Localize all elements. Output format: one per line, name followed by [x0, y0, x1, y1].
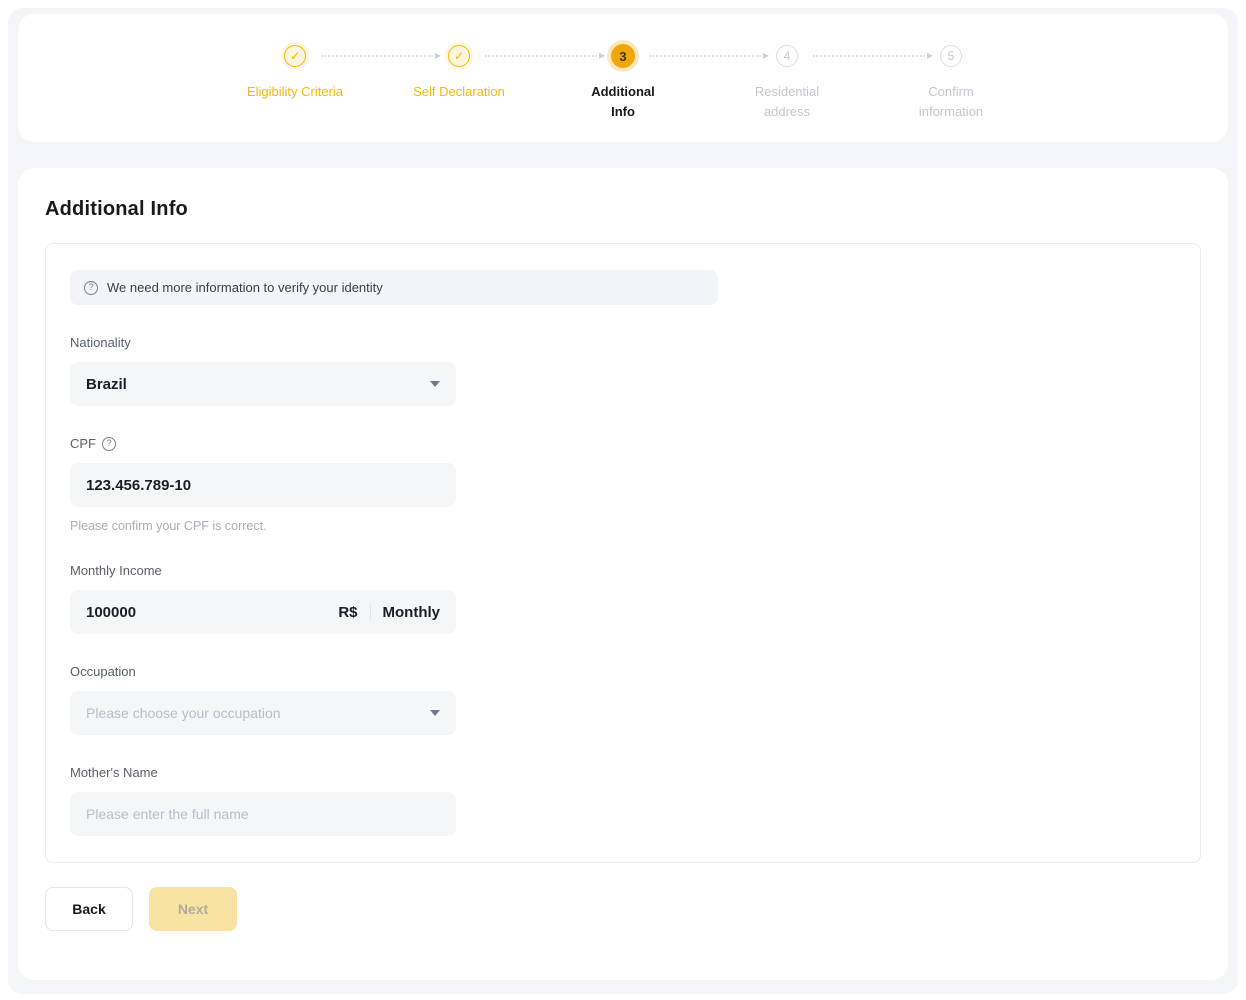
help-icon: ?	[84, 281, 98, 295]
check-icon: ✓	[290, 49, 300, 63]
step-upcoming-circle: 4	[776, 45, 798, 67]
cpf-help-icon[interactable]: ?	[102, 437, 116, 451]
nationality-value: Brazil	[86, 376, 127, 393]
cpf-input[interactable]	[70, 463, 456, 507]
step-number: 5	[948, 49, 955, 63]
identity-info-banner: ? We need more information to verify you…	[70, 270, 718, 305]
occupation-label: Occupation	[70, 664, 136, 679]
mothers-name-field-group: Mother's Name	[70, 765, 456, 836]
step-label: Eligibility Criteria	[213, 82, 377, 102]
chevron-down-icon	[430, 381, 440, 387]
stepper-step-self-declaration: ✓ Self Declaration	[377, 42, 541, 122]
frequency-label: Monthly	[383, 604, 441, 621]
step-done-circle: ✓	[284, 45, 306, 67]
step-done-circle: ✓	[448, 45, 470, 67]
currency-label: R$	[338, 604, 357, 621]
step-upcoming-circle: 5	[940, 45, 962, 67]
suffix-divider	[370, 603, 371, 621]
back-button[interactable]: Back	[45, 887, 133, 931]
form-fieldset: ? We need more information to verify you…	[45, 243, 1201, 863]
cpf-field-group: CPF ? Please confirm your CPF is correct…	[70, 436, 456, 533]
form-actions: Back Next	[45, 887, 1201, 931]
mothers-name-input[interactable]	[70, 792, 456, 836]
kyc-progress-stepper: ✓ Eligibility Criteria ✓ Self Declaratio…	[213, 42, 1033, 122]
occupation-placeholder: Please choose your occupation	[86, 705, 281, 721]
step-label: Additional Info	[541, 82, 705, 122]
chevron-down-icon	[430, 710, 440, 716]
occupation-field-group: Occupation Please choose your occupation	[70, 664, 456, 735]
cpf-helper-text: Please confirm your CPF is correct.	[70, 519, 456, 533]
mothers-name-label: Mother's Name	[70, 765, 158, 780]
cpf-label: CPF	[70, 436, 96, 451]
nationality-select[interactable]: Brazil	[70, 362, 456, 406]
page-background: ✓ Eligibility Criteria ✓ Self Declaratio…	[8, 8, 1238, 994]
additional-info-card: Additional Info ? We need more informati…	[18, 168, 1228, 980]
nationality-label: Nationality	[70, 335, 131, 350]
step-number: 4	[784, 49, 791, 63]
step-label: Residential address	[705, 82, 869, 122]
banner-text: We need more information to verify your …	[107, 280, 383, 295]
income-suffix: R$ Monthly	[338, 590, 440, 634]
progress-stepper-card: ✓ Eligibility Criteria ✓ Self Declaratio…	[18, 14, 1228, 142]
monthly-income-label: Monthly Income	[70, 563, 162, 578]
nationality-field-group: Nationality Brazil	[70, 335, 456, 406]
occupation-select[interactable]: Please choose your occupation	[70, 691, 456, 735]
stepper-step-residential-address: 4 Residential address	[705, 42, 869, 122]
stepper-step-confirm-information: 5 Confirm information	[869, 42, 1033, 122]
next-button[interactable]: Next	[149, 887, 237, 931]
monthly-income-input-wrap: R$ Monthly	[70, 590, 456, 634]
check-icon: ✓	[454, 49, 464, 63]
monthly-income-field-group: Monthly Income R$ Monthly	[70, 563, 456, 634]
stepper-step-eligibility-criteria: ✓ Eligibility Criteria	[213, 42, 377, 122]
step-current-circle: 3	[611, 44, 635, 68]
stepper-step-additional-info: 3 Additional Info	[541, 42, 705, 122]
step-number: 3	[619, 49, 626, 64]
page-title: Additional Info	[45, 198, 1201, 221]
step-label: Self Declaration	[377, 82, 541, 102]
step-label: Confirm information	[869, 82, 1033, 122]
